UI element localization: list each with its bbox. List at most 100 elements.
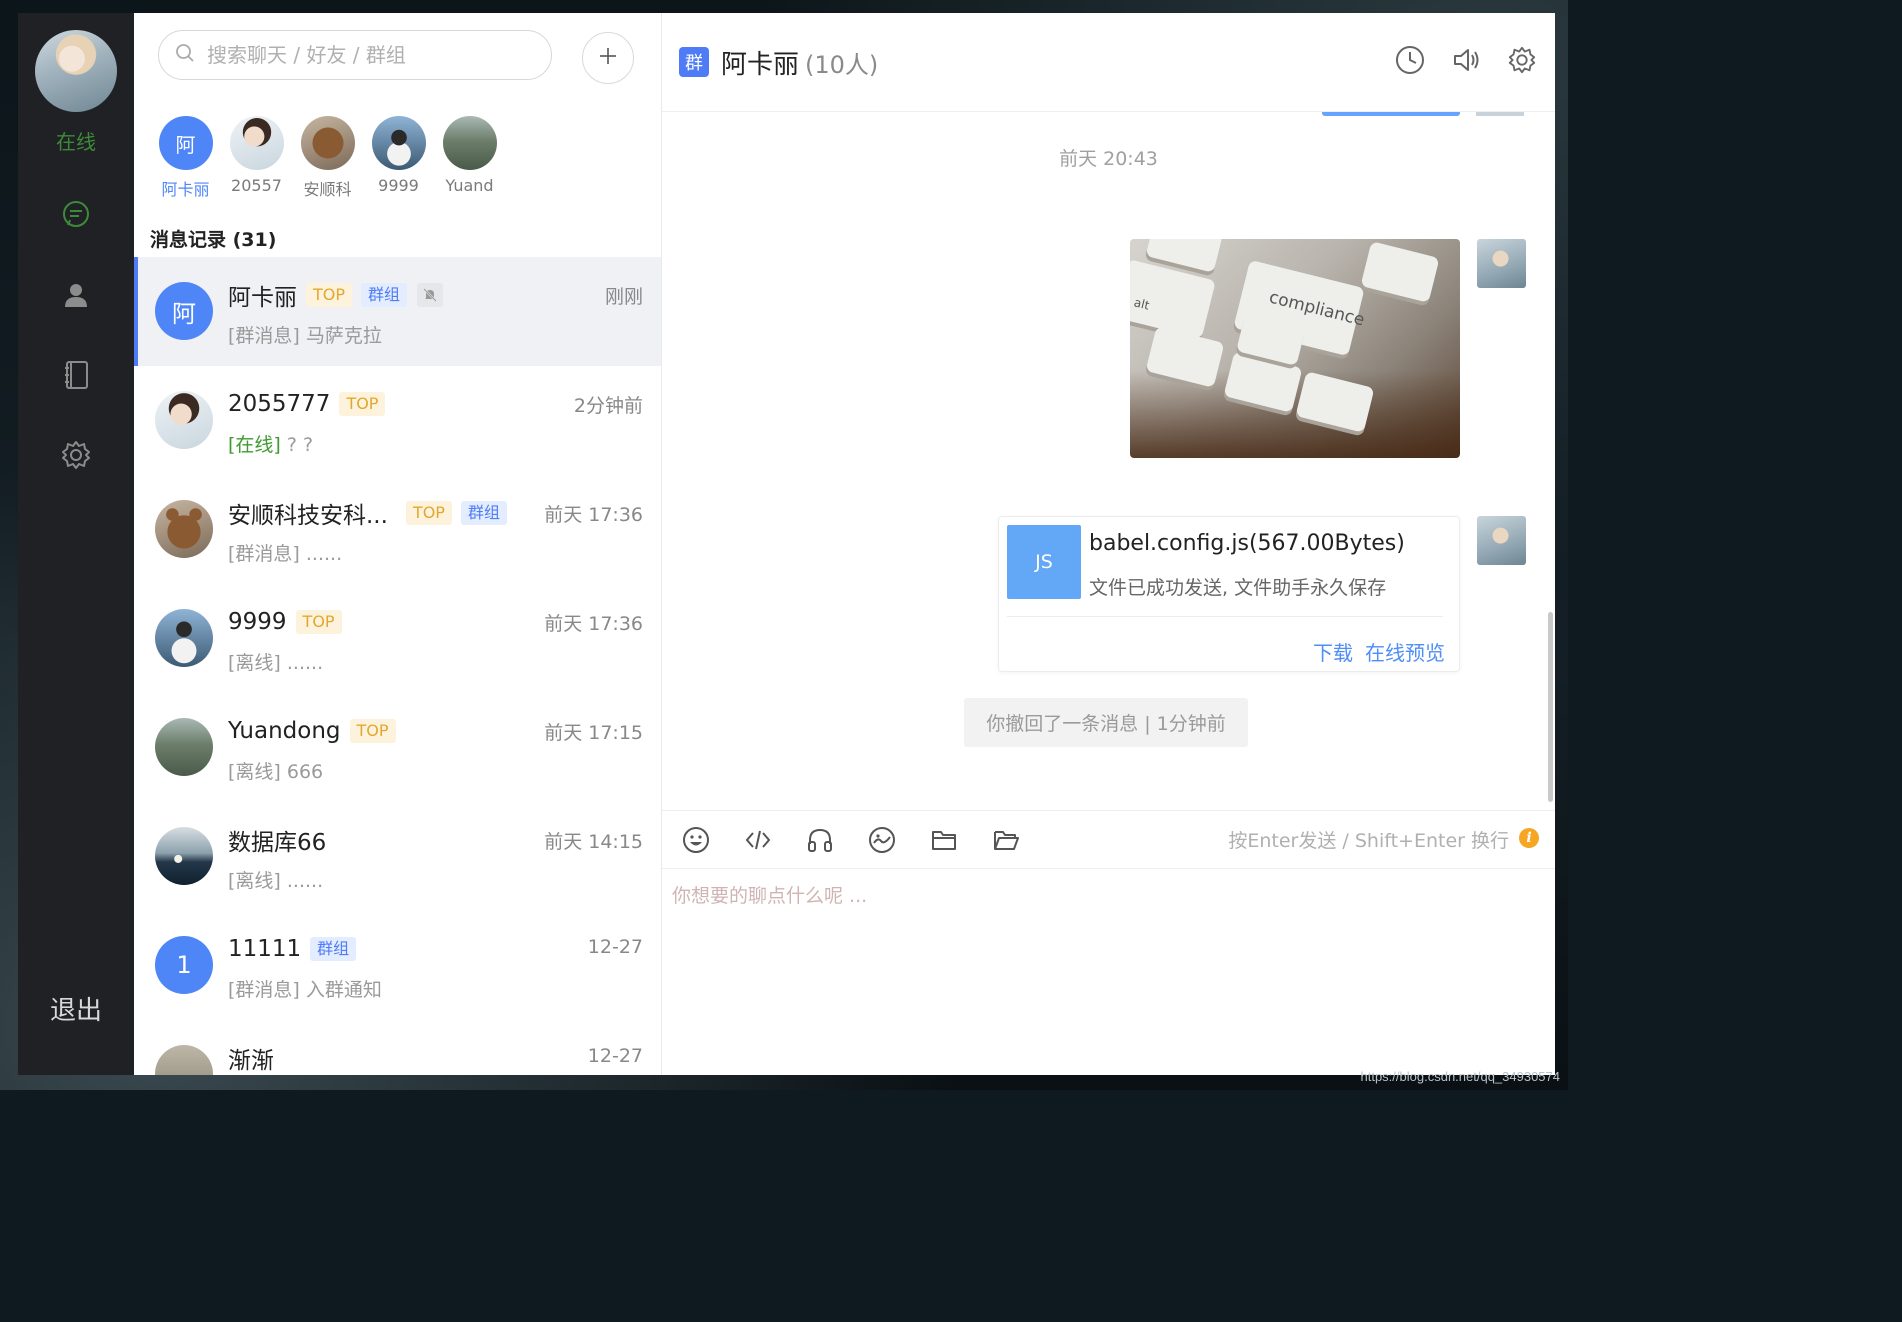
chat-settings-gear-icon[interactable] bbox=[1505, 43, 1539, 77]
avatar bbox=[155, 500, 213, 558]
conversation-time: 刚刚 bbox=[604, 286, 643, 308]
folder-icon[interactable] bbox=[927, 823, 961, 857]
chat-header: 群 阿卡丽 (10人) bbox=[662, 13, 1555, 112]
user-icon[interactable] bbox=[56, 275, 96, 315]
drawing-board-icon[interactable] bbox=[865, 823, 899, 857]
conversation-preview: [离线] ...... bbox=[228, 870, 324, 892]
avatar bbox=[300, 116, 355, 170]
quick-contact[interactable]: 阿 阿卡丽 bbox=[150, 116, 221, 200]
quick-contact[interactable]: 安顺科 bbox=[292, 116, 363, 200]
conversation-name: 安顺科技安科... bbox=[228, 503, 388, 529]
keyboard-key bbox=[1145, 326, 1225, 388]
search-input[interactable] bbox=[205, 42, 529, 68]
conversation-name: 阿卡丽 bbox=[228, 285, 297, 311]
keyboard-key bbox=[1295, 371, 1375, 433]
sender-avatar[interactable] bbox=[1477, 516, 1526, 565]
conversation-row[interactable]: 阿 阿卡丽 TOP 群组 刚刚 [群消息] 马萨克拉 bbox=[134, 257, 661, 366]
avatar: 阿 bbox=[158, 116, 213, 170]
settings-gear-icon[interactable] bbox=[56, 435, 96, 475]
conversation-row[interactable]: 渐渐 12-27 bbox=[134, 1020, 661, 1075]
conversation-row[interactable]: 数据库66 前天 14:15 [离线] ...... bbox=[134, 802, 661, 911]
download-link[interactable]: 下载 bbox=[1313, 637, 1353, 666]
chat-window: 群 阿卡丽 (10人) 前天 20:43 compliance alt JS b… bbox=[662, 13, 1555, 1075]
quick-contacts: 阿 阿卡丽 20557 安顺科 9999 Yuand bbox=[150, 116, 505, 200]
quick-contact-name: 20557 bbox=[231, 176, 282, 195]
my-avatar[interactable] bbox=[35, 30, 117, 112]
file-description: 文件已成功发送, 文件助手永久保存 bbox=[1089, 577, 1387, 599]
quick-contact-name: 9999 bbox=[378, 176, 419, 195]
online-preview-link[interactable]: 在线预览 bbox=[1365, 637, 1445, 666]
conversation-row[interactable]: 9999 TOP 前天 17:36 [离线] ...... bbox=[134, 584, 661, 693]
input-toolbar: 按Enter发送 / Shift+Enter 换行 i bbox=[662, 810, 1555, 869]
quick-contact[interactable]: 20557 bbox=[221, 116, 292, 200]
avatar bbox=[229, 116, 284, 170]
group-tag: 群组 bbox=[361, 283, 408, 307]
conversation-time: 前天 17:36 bbox=[544, 504, 643, 526]
avatar bbox=[155, 718, 213, 776]
chat-title: 阿卡丽 bbox=[721, 49, 800, 80]
keyboard-key bbox=[1360, 241, 1440, 303]
conversation-row[interactable]: 安顺科技安科... TOP 群组 前天 17:36 [群消息] ...... bbox=[134, 475, 661, 584]
image-message[interactable]: compliance alt bbox=[1130, 239, 1460, 458]
conversation-row[interactable]: 1 11111 群组 12-27 [群消息] 入群通知 bbox=[134, 911, 661, 1020]
conversation-time: 前天 17:15 bbox=[544, 722, 643, 744]
top-tag: TOP bbox=[306, 283, 353, 307]
sender-avatar[interactable] bbox=[1477, 239, 1526, 288]
conversation-row[interactable]: Yuandong TOP 前天 17:15 [离线] 666 bbox=[134, 693, 661, 802]
logout-button[interactable]: 退出 bbox=[18, 990, 134, 1027]
mute-bell-icon bbox=[417, 283, 444, 307]
chat-app-window: 在线 退出 阿 阿卡丽 bbox=[18, 13, 1555, 1075]
message-history-title: 消息记录 (31) bbox=[150, 229, 277, 251]
conversation-time: 前天 17:36 bbox=[544, 613, 643, 635]
file-message-card: JS babel.config.js(567.00Bytes) 文件已成功发送,… bbox=[998, 516, 1460, 672]
previous-message-edge bbox=[1322, 112, 1460, 116]
conversation-time: 2分钟前 bbox=[573, 395, 643, 417]
chat-icon[interactable] bbox=[56, 195, 96, 235]
search-box[interactable] bbox=[158, 30, 552, 80]
avatar bbox=[155, 391, 213, 449]
conversation-name: 11111 bbox=[228, 936, 302, 962]
quick-contact[interactable]: 9999 bbox=[363, 116, 434, 200]
avatar bbox=[371, 116, 426, 170]
conversation-list: 阿 阿卡丽 TOP 群组 刚刚 [群消息] 马萨克拉 2055777 TOP 2… bbox=[134, 257, 661, 1075]
open-folder-icon[interactable] bbox=[989, 823, 1023, 857]
conversation-name: 9999 bbox=[228, 609, 287, 635]
my-status: 在线 bbox=[56, 130, 96, 154]
group-tag: 群组 bbox=[310, 937, 357, 961]
conversation-name: Yuandong bbox=[228, 718, 341, 744]
avatar bbox=[155, 609, 213, 667]
conversation-preview: [离线] 666 bbox=[228, 761, 324, 783]
headphones-icon[interactable] bbox=[803, 823, 837, 857]
top-tag: TOP bbox=[295, 610, 342, 634]
quick-contact[interactable]: Yuand bbox=[434, 116, 505, 200]
message-input[interactable] bbox=[670, 879, 1547, 1065]
top-tag: TOP bbox=[339, 392, 386, 416]
conversation-panel: 阿 阿卡丽 20557 安顺科 9999 Yuand 消息记录 (31) bbox=[134, 13, 662, 1075]
conversation-name: 渐渐 bbox=[228, 1048, 274, 1074]
conversation-time: 前天 14:15 bbox=[544, 831, 643, 853]
speaker-icon[interactable] bbox=[1449, 43, 1483, 77]
conversation-row[interactable]: 2055777 TOP 2分钟前 [在线] ? ? bbox=[134, 366, 661, 475]
plus-icon bbox=[598, 46, 618, 70]
conversation-time: 12-27 bbox=[587, 936, 643, 958]
quick-contact-name: 阿卡丽 bbox=[161, 180, 210, 199]
code-icon[interactable] bbox=[741, 823, 775, 857]
conversation-name: 数据库66 bbox=[228, 830, 327, 856]
left-rail: 在线 退出 bbox=[18, 13, 134, 1075]
watermark: https://blog.csdn.net/qq_34930574 bbox=[1360, 1069, 1561, 1084]
quick-contact-name: 安顺科 bbox=[303, 180, 352, 199]
contacts-book-icon[interactable] bbox=[56, 355, 96, 395]
quick-contact-name: Yuand bbox=[445, 176, 494, 195]
avatar-initial: 阿 bbox=[172, 299, 196, 328]
scrollbar[interactable] bbox=[1548, 612, 1553, 802]
conversation-name: 2055777 bbox=[228, 391, 331, 417]
previous-avatar-edge bbox=[1476, 112, 1524, 116]
history-clock-icon[interactable] bbox=[1393, 43, 1427, 77]
info-icon[interactable]: i bbox=[1519, 828, 1539, 848]
top-tag: TOP bbox=[349, 719, 396, 743]
emoji-icon[interactable] bbox=[679, 823, 713, 857]
avatar-initial: 1 bbox=[176, 951, 192, 979]
add-button[interactable] bbox=[582, 32, 634, 84]
avatar: 阿 bbox=[155, 282, 213, 340]
avatar bbox=[442, 116, 497, 170]
